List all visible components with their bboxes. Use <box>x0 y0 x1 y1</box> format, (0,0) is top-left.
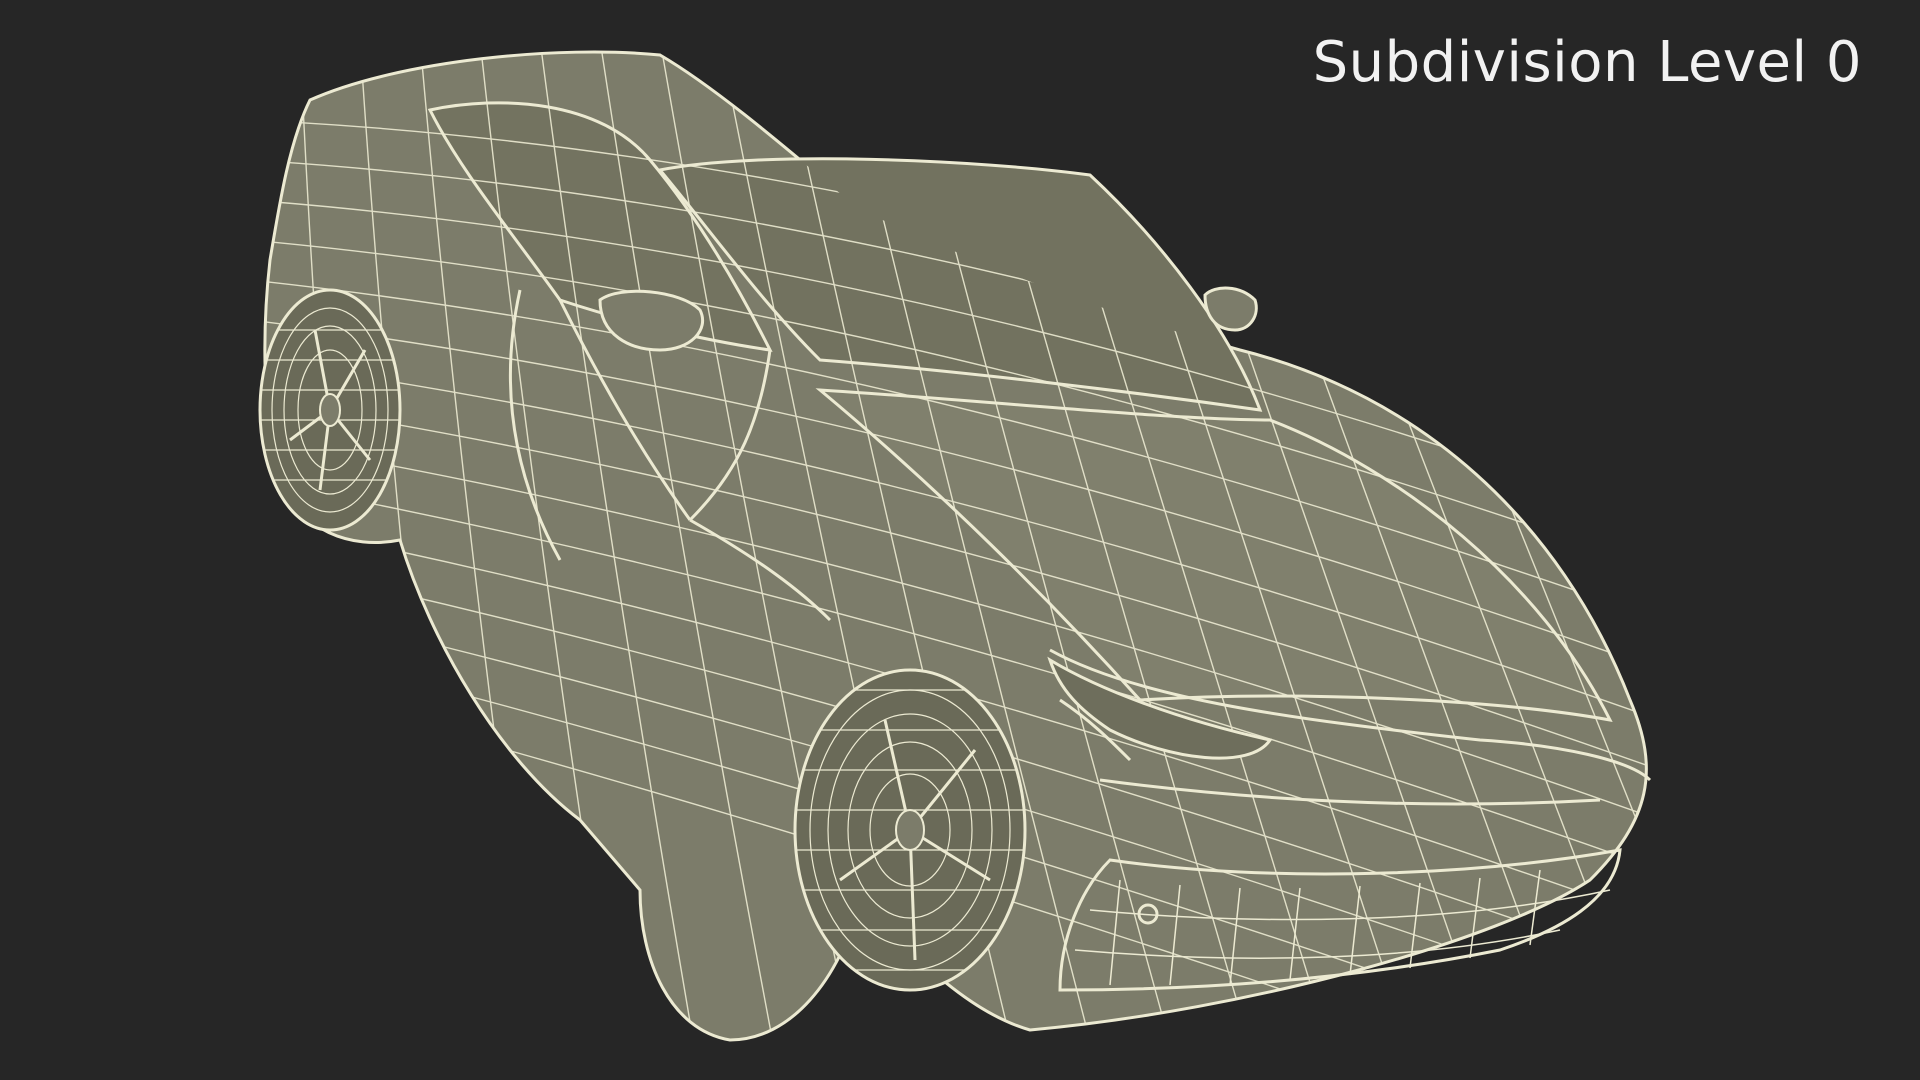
subdivision-level-label: Subdivision Level 0 <box>1312 30 1862 95</box>
rear-wheel-hub <box>319 393 341 427</box>
car-wireframe-render <box>258 50 1652 1042</box>
viewport: Subdivision Level 0 <box>0 0 1920 1080</box>
front-wheel-hub <box>895 809 925 851</box>
rear-wheel <box>258 288 402 532</box>
